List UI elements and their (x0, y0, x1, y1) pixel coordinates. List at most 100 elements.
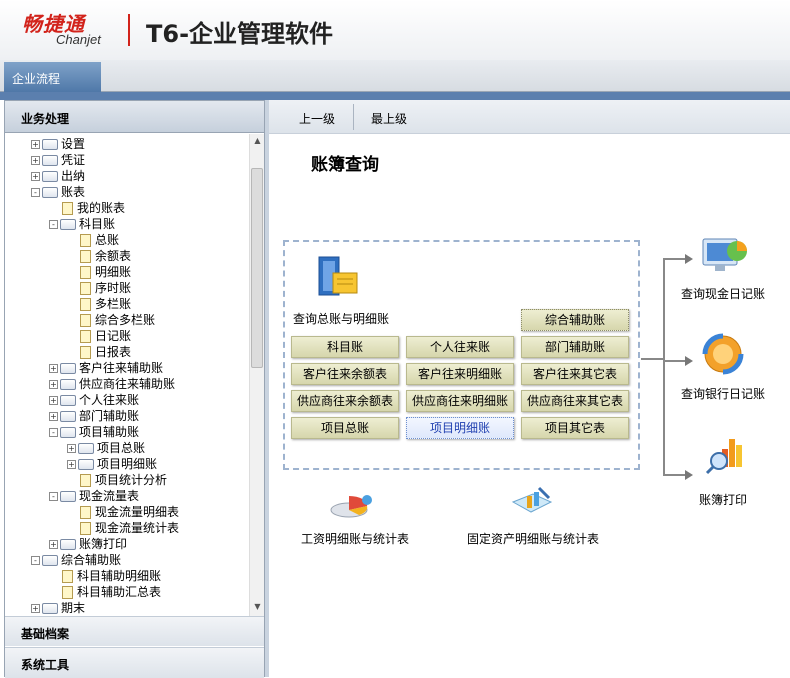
expand-icon[interactable]: + (67, 460, 76, 469)
expand-icon[interactable]: + (49, 396, 58, 405)
fixed-asset-report-label[interactable]: 固定资产明细账与统计表 (467, 530, 599, 547)
tree-item[interactable]: + 客户往来辅助账 (49, 360, 163, 376)
expand-icon[interactable]: + (31, 156, 40, 165)
collapse-icon[interactable]: - (31, 188, 40, 197)
expand-icon[interactable]: + (49, 380, 58, 389)
tree-item[interactable]: 科目辅助汇总表 (49, 584, 161, 600)
salary-report-icon[interactable] (329, 490, 375, 523)
tree-item[interactable]: 序时账 (67, 280, 131, 296)
ledger-button[interactable]: 项目明细账 (406, 417, 514, 439)
bank-journal-icon[interactable] (701, 332, 747, 379)
ledger-button[interactable]: 客户往来余额表 (291, 363, 399, 385)
expand-icon[interactable]: + (31, 140, 40, 149)
tree-item[interactable]: - 项目辅助账 (49, 424, 139, 440)
tree-item[interactable]: - 现金流量表 (49, 488, 139, 504)
tree-item[interactable]: 多栏账 (67, 296, 131, 312)
tree-item[interactable]: 日报表 (67, 344, 131, 360)
cash-journal-label[interactable]: 查询现金日记账 (681, 285, 765, 302)
ledger-button[interactable]: 客户往来明细账 (406, 363, 514, 385)
document-icon (80, 266, 91, 279)
tree-item-label: 科目辅助明细账 (77, 569, 162, 583)
folder-icon (42, 187, 58, 198)
aux-ledger-button[interactable]: 综合辅助账 (521, 309, 629, 331)
tree-item[interactable]: + 出纳 (31, 168, 85, 184)
salary-report-label[interactable]: 工资明细账与统计表 (301, 530, 409, 547)
ledger-print-icon[interactable] (705, 433, 747, 480)
tree-item[interactable]: 现金流量统计表 (67, 520, 179, 536)
collapse-icon[interactable]: - (31, 556, 40, 565)
tree-item[interactable]: 项目统计分析 (67, 472, 167, 488)
app-header: 畅捷通 Chanjet T6-企业管理软件 (0, 0, 790, 60)
tree-item[interactable]: + 账簿打印 (49, 536, 127, 552)
top-level-button[interactable]: 最上级 (371, 110, 407, 127)
tree-item[interactable]: + 期末 (31, 600, 85, 616)
tree-item[interactable]: 明细账 (67, 264, 131, 280)
ledger-button[interactable]: 供应商往来明细账 (406, 390, 514, 412)
tree-item[interactable]: 余额表 (67, 248, 131, 264)
tree-item-label: 科目账 (79, 217, 116, 231)
tree-item-label: 凭证 (61, 153, 86, 167)
accordion-system-tools[interactable]: 系统工具 (5, 647, 264, 678)
ledger-button[interactable]: 项目总账 (291, 417, 399, 439)
ledger-button[interactable]: 科目账 (291, 336, 399, 358)
ledger-button[interactable]: 项目其它表 (521, 417, 629, 439)
up-level-button[interactable]: 上一级 (299, 110, 335, 127)
brand-logo-en: Chanjet (56, 32, 101, 47)
query-ledger-label[interactable]: 查询总账与明细账 (293, 310, 389, 327)
ledger-button[interactable]: 个人往来账 (406, 336, 514, 358)
tree-item-label: 项目总账 (97, 441, 146, 455)
tree-item[interactable]: - 科目账 (49, 216, 115, 232)
tree-item[interactable]: - 综合辅助账 (31, 552, 121, 568)
ledger-query-icon[interactable] (317, 255, 359, 302)
cash-journal-icon[interactable] (701, 233, 749, 278)
ledger-button[interactable]: 客户往来其它表 (521, 363, 629, 385)
tree-scrollbar[interactable]: ▲ ▼ (249, 134, 264, 616)
tree-item[interactable]: 日记账 (67, 328, 131, 344)
tree-item[interactable]: 总账 (67, 232, 119, 248)
folder-icon (60, 219, 76, 230)
scroll-thumb[interactable] (251, 168, 263, 368)
ledger-button[interactable]: 供应商往来其它表 (521, 390, 629, 412)
ledger-button[interactable]: 供应商往来余额表 (291, 390, 399, 412)
bank-journal-label[interactable]: 查询银行日记账 (681, 385, 765, 402)
tree-item[interactable]: + 供应商往来辅助账 (49, 376, 175, 392)
logo-divider (128, 14, 130, 46)
collapse-icon[interactable]: - (49, 220, 58, 229)
tree-item-label: 设置 (61, 137, 86, 151)
accordion-base-archive[interactable]: 基础档案 (5, 616, 264, 646)
tree-item-label: 项目明细账 (97, 457, 158, 471)
tree-item[interactable]: + 部门辅助账 (49, 408, 139, 424)
expand-icon[interactable]: + (49, 364, 58, 373)
ledger-button[interactable]: 部门辅助账 (521, 336, 629, 358)
tab-enterprise-flow[interactable]: 企业流程 (4, 62, 101, 92)
folder-icon (42, 139, 58, 150)
document-icon (62, 202, 73, 215)
folder-icon (60, 427, 76, 438)
tree-item[interactable]: 我的账表 (49, 200, 125, 216)
page-title: 账簿查询 (311, 155, 379, 175)
collapse-icon[interactable]: - (49, 428, 58, 437)
scroll-up-icon[interactable]: ▲ (252, 136, 263, 148)
accordion-business[interactable]: 业务处理 (5, 101, 264, 133)
expand-icon[interactable]: + (49, 540, 58, 549)
ledger-print-label[interactable]: 账簿打印 (699, 491, 747, 508)
expand-icon[interactable]: + (49, 412, 58, 421)
tree-item[interactable]: + 个人往来账 (49, 392, 139, 408)
tree-item[interactable]: 现金流量明细表 (67, 504, 179, 520)
tree-item[interactable]: + 凭证 (31, 152, 85, 168)
scroll-down-icon[interactable]: ▼ (252, 602, 263, 614)
tree-item[interactable]: 科目辅助明细账 (49, 568, 161, 584)
expand-icon[interactable]: + (67, 444, 76, 453)
collapse-icon[interactable]: - (49, 492, 58, 501)
tab-bar: 企业流程 (0, 60, 790, 92)
tree-item[interactable]: + 项目明细账 (67, 456, 157, 472)
tree-item[interactable]: + 设置 (31, 136, 85, 152)
tree-item-label: 现金流量表 (79, 489, 140, 503)
tree-item[interactable]: - 账表 (31, 184, 85, 200)
fixed-asset-report-icon[interactable] (509, 484, 555, 523)
tree-item[interactable]: + 项目总账 (67, 440, 145, 456)
tree-item[interactable]: 综合多栏账 (67, 312, 155, 328)
connector-cash (663, 258, 687, 260)
expand-icon[interactable]: + (31, 172, 40, 181)
expand-icon[interactable]: + (31, 604, 40, 613)
